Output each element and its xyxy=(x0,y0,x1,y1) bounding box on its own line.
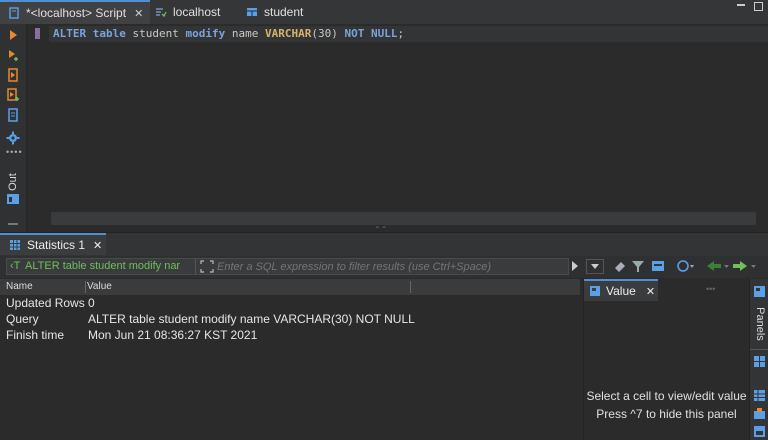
sql-text-token xyxy=(86,27,93,40)
row-value-cell[interactable]: 0 xyxy=(88,296,95,310)
execute-new-tab-icon[interactable] xyxy=(6,48,20,62)
sql-keyword-token: ALTER xyxy=(53,27,87,40)
tab-script-label: *<localhost> Script xyxy=(26,6,127,20)
sql-keyword-token: table xyxy=(92,27,126,40)
refresh-icon[interactable] xyxy=(676,259,694,273)
connection-icon xyxy=(156,8,167,18)
query-chip[interactable]: ALTER table student modify nar xyxy=(25,260,193,272)
panels-grid-icon[interactable] xyxy=(753,355,766,368)
navigate-forward-icon[interactable] xyxy=(733,261,757,271)
column-divider[interactable] xyxy=(85,281,86,293)
sql-text-token: (30) xyxy=(311,27,345,40)
row-value-cell[interactable]: Mon Jun 21 08:36:27 KST 2021 xyxy=(88,328,257,342)
sql-text-token xyxy=(364,27,371,40)
tab-localhost[interactable]: localhost xyxy=(155,0,220,24)
navigate-back-icon[interactable] xyxy=(707,261,729,271)
value-panel-icon xyxy=(590,286,600,296)
value-panel: Value ✕ ••• Select a cell to view/edit v… xyxy=(583,279,749,440)
chevron-down-icon xyxy=(591,264,599,269)
tab-localhost-label: localhost xyxy=(173,5,221,19)
filter-history-dropdown[interactable] xyxy=(586,259,604,274)
sql-text-token: name xyxy=(225,27,265,40)
tab-value-close-icon[interactable]: ✕ xyxy=(646,285,655,298)
tab-student-label: student xyxy=(264,5,304,19)
panels-side-strip: Panels xyxy=(749,279,768,440)
metadata-panel-icon[interactable] xyxy=(753,425,766,438)
more-dots-icon[interactable]: •••• xyxy=(6,148,22,157)
sql-editor[interactable]: ALTER table student modify name VARCHAR(… xyxy=(27,24,768,234)
editor-gutter xyxy=(27,24,49,232)
value-panel-hide-hint: Press ^7 to hide this panel xyxy=(596,407,737,421)
eraser-icon[interactable] xyxy=(613,259,627,273)
value-viewer-icon[interactable] xyxy=(753,285,766,298)
grid-settings-icon[interactable] xyxy=(651,259,665,273)
sql-keyword-token: modify xyxy=(185,27,226,40)
column-divider[interactable] xyxy=(410,281,411,293)
editor-tab-bar: *<localhost> Script ✕ localhost student xyxy=(0,0,768,25)
column-header-value[interactable]: Value xyxy=(87,281,112,292)
current-line-marker xyxy=(35,28,40,39)
table-icon xyxy=(247,8,257,16)
query-chip-icon: ‹T xyxy=(10,260,21,272)
row-name-cell[interactable]: Updated Rows xyxy=(6,296,85,310)
grid-header: Name Value xyxy=(0,279,580,295)
results-tab-bar: Statistics 1 ✕ xyxy=(0,232,768,257)
filter-funnel-icon[interactable] xyxy=(631,259,645,273)
panel-minimize-icon[interactable] xyxy=(8,223,18,225)
execute-script-icon[interactable] xyxy=(6,68,20,82)
panels-label[interactable]: Panels xyxy=(753,302,767,346)
editor-left-toolbar: •••• Out xyxy=(0,24,27,232)
output-toggle-label[interactable]: Out xyxy=(1,172,25,192)
column-header-name[interactable]: Name xyxy=(6,281,33,292)
maximize-icon[interactable] xyxy=(754,2,763,11)
editor-horizontal-scrollbar[interactable] xyxy=(51,212,756,225)
output-panel-icon[interactable] xyxy=(6,192,20,206)
row-value-cell[interactable]: ALTER table student modify name VARCHAR(… xyxy=(88,312,415,326)
strip-divider xyxy=(750,349,768,350)
apply-filter-icon[interactable] xyxy=(570,260,580,272)
row-name-cell[interactable]: Finish time xyxy=(6,328,64,342)
sql-text-token: ; xyxy=(397,27,405,40)
filter-box: ‹T ALTER table student modify nar xyxy=(6,258,569,275)
value-panel-hint: Select a cell to view/edit value xyxy=(586,389,747,403)
filter-divider xyxy=(195,259,196,274)
view-menu-icon[interactable]: ••• xyxy=(706,285,726,294)
filter-expression-input[interactable] xyxy=(217,259,557,274)
sql-text-token: student xyxy=(125,27,186,40)
execute-statement-icon[interactable] xyxy=(6,28,20,42)
sql-code-line[interactable]: ALTER table student modify name VARCHAR(… xyxy=(53,27,404,40)
tab-value[interactable]: Value ✕ xyxy=(584,279,658,301)
tab-statistics-close-icon[interactable]: ✕ xyxy=(93,239,102,252)
tab-statistics[interactable]: Statistics 1 ✕ xyxy=(0,233,106,255)
tab-script-close-icon[interactable]: ✕ xyxy=(134,7,143,20)
expand-filter-icon[interactable] xyxy=(200,260,214,273)
sql-keyword-token: NOT xyxy=(344,27,365,40)
tab-statistics-label: Statistics 1 xyxy=(27,238,86,252)
row-name-cell[interactable]: Query xyxy=(6,312,39,326)
explain-plan-icon[interactable] xyxy=(6,108,20,122)
minimize-icon[interactable] xyxy=(737,4,745,6)
tab-value-label: Value xyxy=(606,284,636,298)
calc-panel-icon[interactable] xyxy=(753,407,766,420)
settings-gear-icon[interactable] xyxy=(6,131,20,145)
sql-script-icon xyxy=(9,7,19,19)
execute-script-new-tab-icon[interactable] xyxy=(6,88,20,102)
grouping-icon[interactable] xyxy=(753,389,766,402)
sql-type-token: VARCHAR xyxy=(264,27,312,40)
statistics-grid-icon xyxy=(10,240,20,250)
tab-student[interactable]: student xyxy=(246,0,303,24)
tab-script[interactable]: *<localhost> Script ✕ xyxy=(0,0,150,24)
results-grid[interactable]: Name Value Updated Rows 0 Query ALTER ta… xyxy=(0,279,580,440)
sql-keyword-token: NULL xyxy=(370,27,398,40)
